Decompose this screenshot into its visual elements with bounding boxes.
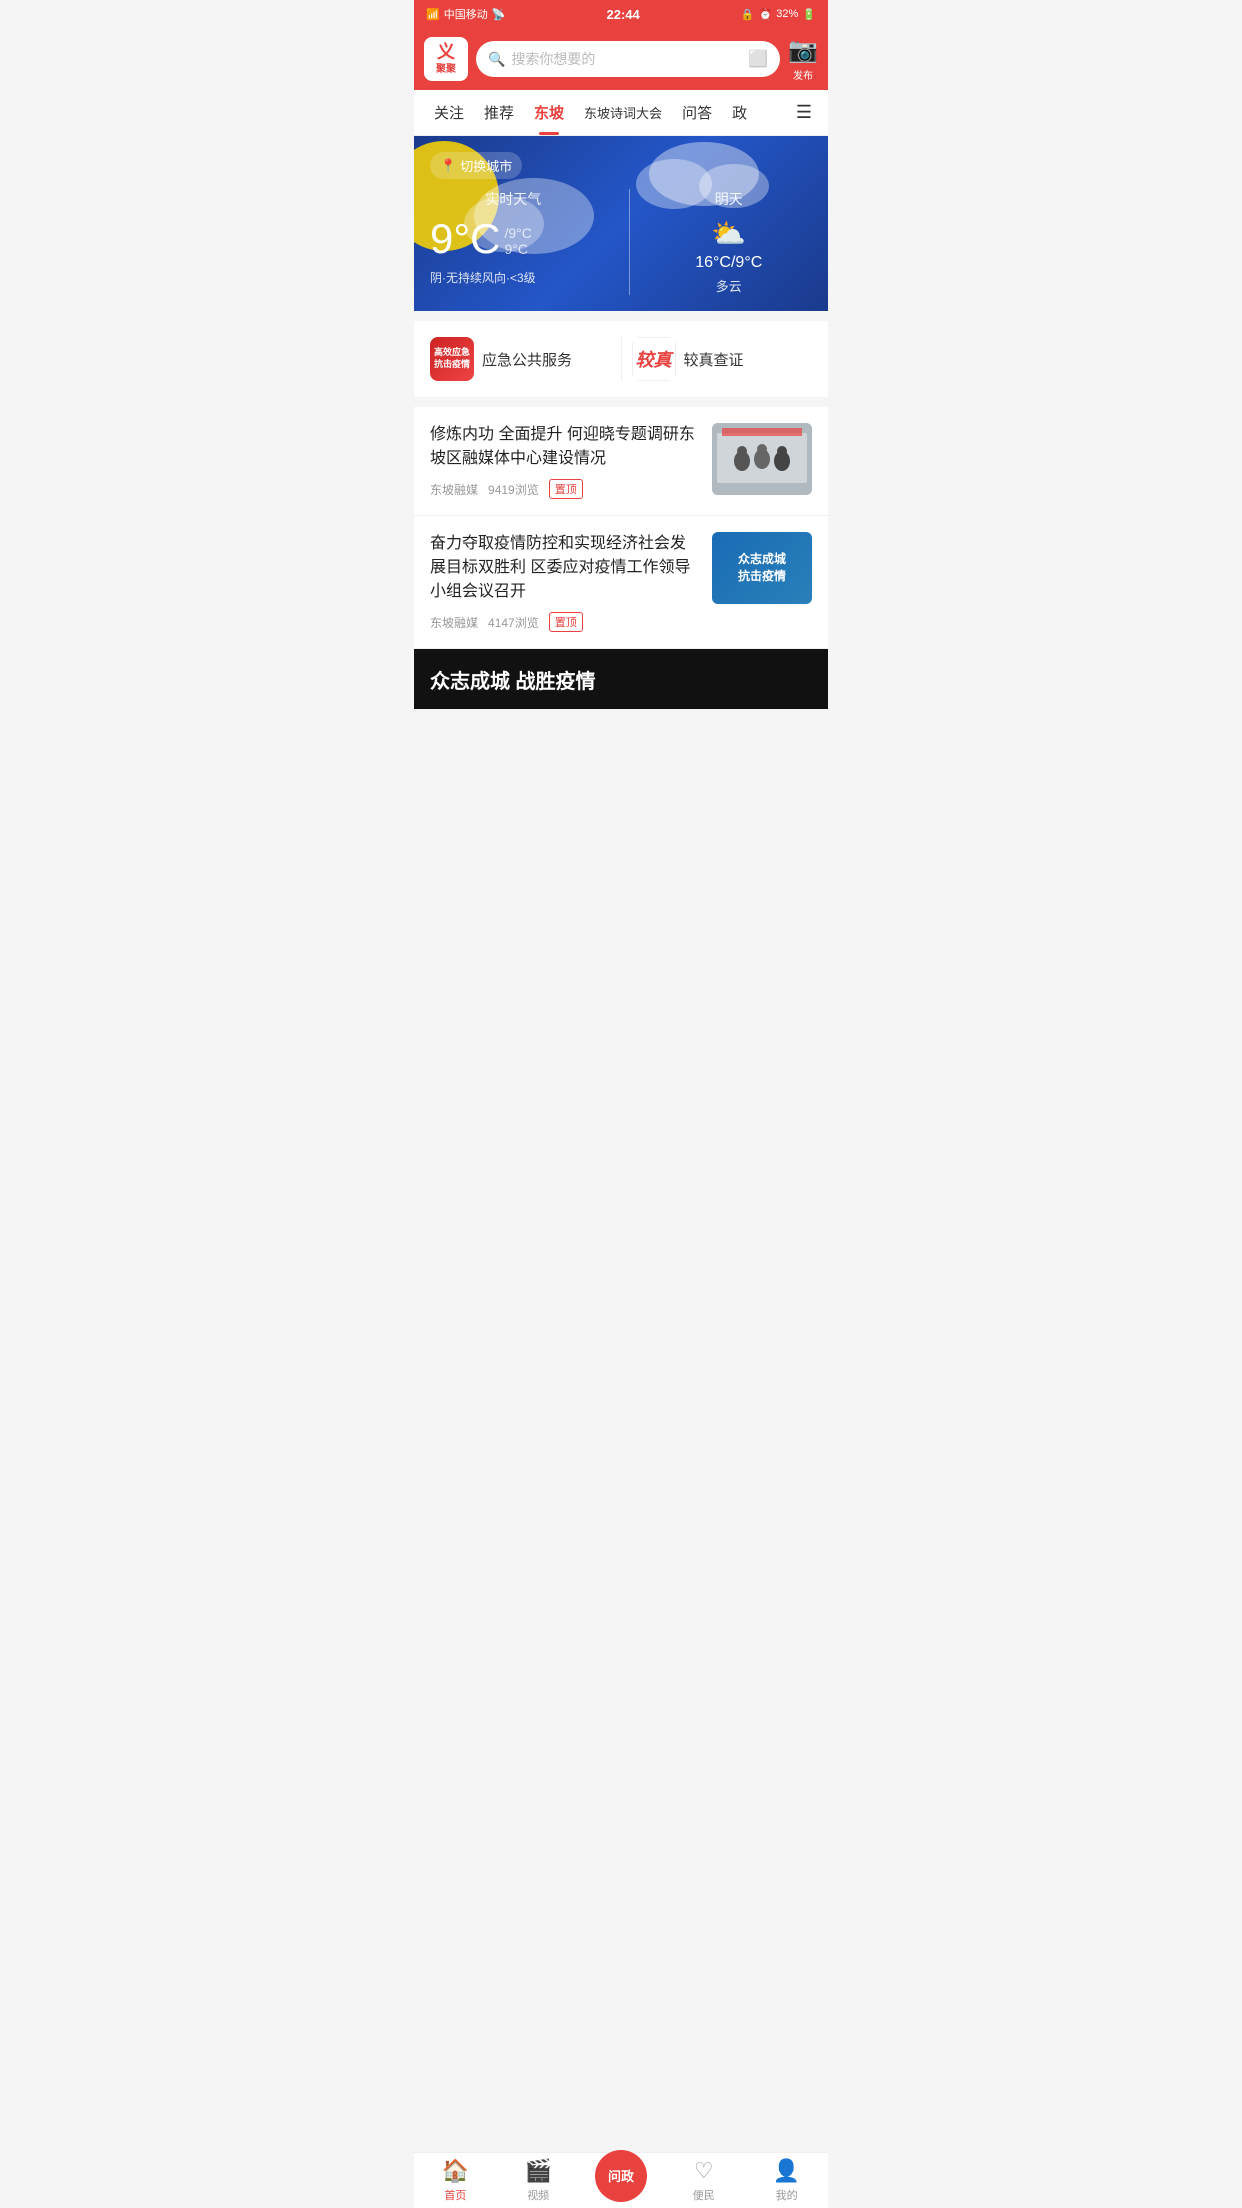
banner-text: 众志成城 战胜疫情 — [430, 665, 596, 694]
wenzheng-label: 问政 — [608, 2166, 634, 2185]
logo-text: 义 聚聚 — [436, 42, 456, 76]
switch-city-label: 切换城市 — [460, 156, 512, 175]
article-1-views: 9419浏览 — [488, 481, 539, 498]
switch-city-button[interactable]: 📍 切换城市 — [430, 152, 522, 179]
emergency-icon: 高效应急抗击疫情 — [430, 337, 474, 381]
article-2-meta: 东坡融媒 4147浏览 置顶 — [430, 612, 700, 632]
status-time: 22:44 — [607, 7, 640, 22]
weather-tomorrow: 明天 ⛅ 16°C/9°C 多云 — [646, 189, 813, 295]
news-section: 修炼内功 全面提升 何迎晓专题调研东坡区融媒体中心建设情况 东坡融媒 9419浏… — [414, 407, 828, 649]
weather-divider — [629, 189, 630, 295]
home-icon: 🏠 — [442, 2158, 469, 2184]
current-temp: 9°C — [430, 215, 501, 263]
news-article-2[interactable]: 奋力夺取疫情防控和实现经济社会发展目标双胜利 区委应对疫情工作领导小组会议召开 … — [414, 516, 828, 649]
article-2-title: 奋力夺取疫情防控和实现经济社会发展目标双胜利 区委应对疫情工作领导小组会议召开 — [430, 532, 700, 604]
weather-current: 实时天气 9°C /9°C9°C 阴·无持续风向·<3级 — [430, 189, 613, 295]
verification-icon: 较真 — [632, 337, 676, 381]
search-icon: 🔍 — [488, 51, 505, 68]
weather-description: 阴·无持续风向·<3级 — [430, 269, 597, 286]
lock-icon: 🔒 — [741, 8, 755, 21]
battery-level: 32% — [776, 8, 798, 20]
tomorrow-label: 明天 — [715, 189, 743, 209]
emergency-label: 应急公共服务 — [482, 349, 572, 370]
service-emergency[interactable]: 高效应急抗击疫情 应急公共服务 — [430, 337, 611, 381]
article-1-title: 修炼内功 全面提升 何迎晓专题调研东坡区融媒体中心建设情况 — [430, 423, 700, 471]
bottom-banner[interactable]: 众志成城 战胜疫情 — [414, 649, 828, 709]
nav-center: 问政 — [580, 2153, 663, 2208]
article-1-source: 东坡融媒 — [430, 481, 478, 498]
article-2-thumbnail: 众志成城抗击疫情 — [712, 532, 812, 604]
status-right: 🔒 ⏰ 32% 🔋 — [741, 8, 816, 21]
emergency-icon-box: 高效应急抗击疫情 — [430, 337, 474, 381]
search-placeholder: 搜索你想要的 — [511, 49, 742, 69]
publish-button[interactable]: 📷 发布 — [788, 36, 818, 82]
current-weather-label: 实时天气 — [430, 189, 597, 209]
battery-icon: 🔋 — [802, 8, 816, 21]
carrier-name: 中国移动 — [444, 6, 488, 22]
mine-icon: 👤 — [773, 2158, 800, 2184]
mine-label: 我的 — [776, 2187, 798, 2203]
tab-dongpo[interactable]: 东坡 — [524, 90, 574, 135]
app-logo[interactable]: 义 聚聚 — [424, 37, 468, 81]
tab-politics[interactable]: 政 — [722, 90, 757, 135]
convenient-label: 便民 — [693, 2187, 715, 2203]
tab-follow[interactable]: 关注 — [424, 90, 474, 135]
video-label: 视频 — [527, 2187, 549, 2203]
article-2-views: 4147浏览 — [488, 614, 539, 631]
tab-poetry[interactable]: 东坡诗词大会 — [574, 91, 672, 134]
verification-label: 较真查证 — [684, 349, 744, 370]
article-2-content: 奋力夺取疫情防控和实现经济社会发展目标双胜利 区委应对疫情工作领导小组会议召开 … — [430, 532, 700, 632]
nav-more-icon[interactable]: ☰ — [790, 90, 818, 135]
news-article-1[interactable]: 修炼内功 全面提升 何迎晓专题调研东坡区融媒体中心建设情况 东坡融媒 9419浏… — [414, 407, 828, 516]
wenzheng-button[interactable]: 问政 — [595, 2150, 647, 2202]
article-1-thumb-image — [712, 423, 812, 495]
article-1-meta: 东坡融媒 9419浏览 置顶 — [430, 479, 700, 499]
temp-range: /9°C9°C — [505, 225, 532, 263]
service-divider — [621, 337, 622, 381]
nav-mine[interactable]: 👤 我的 — [745, 2153, 828, 2208]
nav-home[interactable]: 🏠 首页 — [414, 2153, 497, 2208]
camera-icon: 📷 — [788, 36, 818, 65]
tab-qa[interactable]: 问答 — [672, 90, 722, 135]
weather-content: 📍 切换城市 实时天气 9°C /9°C9°C 阴·无持续风向·<3级 明天 ⛅… — [430, 152, 812, 295]
home-label: 首页 — [444, 2187, 466, 2203]
article-2-top-badge[interactable]: 置顶 — [549, 612, 583, 632]
article-1-content: 修炼内功 全面提升 何迎晓专题调研东坡区融媒体中心建设情况 东坡融媒 9419浏… — [430, 423, 700, 499]
tab-recommend[interactable]: 推荐 — [474, 90, 524, 135]
article-2-thumb-image: 众志成城抗击疫情 — [712, 532, 812, 604]
location-icon: 📍 — [440, 158, 456, 174]
tomorrow-desc: 多云 — [716, 276, 742, 295]
status-left: 📶 中国移动 📡 — [426, 6, 505, 22]
article-1-thumbnail — [712, 423, 812, 495]
bottom-nav: 🏠 首页 🎬 视频 问政 ♡ 便民 👤 我的 — [414, 2152, 828, 2208]
weather-widget: 📍 切换城市 实时天气 9°C /9°C9°C 阴·无持续风向·<3级 明天 ⛅… — [414, 136, 828, 311]
article-2-source: 东坡融媒 — [430, 614, 478, 631]
alarm-icon: ⏰ — [759, 8, 773, 21]
app-header: 义 聚聚 🔍 搜索你想要的 ⬜ 📷 发布 — [414, 28, 828, 90]
partly-cloudy-icon: ⛅ — [711, 217, 746, 250]
wifi-icon: 📡 — [492, 8, 506, 21]
verification-icon-box: 较真 — [632, 337, 676, 381]
search-bar[interactable]: 🔍 搜索你想要的 ⬜ — [476, 41, 780, 77]
tomorrow-temp: 16°C/9°C — [695, 254, 762, 272]
nav-tabs: 关注 推荐 东坡 东坡诗词大会 问答 政 ☰ — [414, 90, 828, 136]
nav-convenient[interactable]: ♡ 便民 — [662, 2153, 745, 2208]
article-1-top-badge[interactable]: 置顶 — [549, 479, 583, 499]
signal-icon: 📶 — [426, 8, 440, 21]
nav-video[interactable]: 🎬 视频 — [497, 2153, 580, 2208]
services-row: 高效应急抗击疫情 应急公共服务 较真 较真查证 — [414, 321, 828, 397]
video-icon: 🎬 — [524, 2158, 551, 2184]
publish-label: 发布 — [793, 67, 813, 82]
service-verification[interactable]: 较真 较真查证 — [632, 337, 813, 381]
scan-icon[interactable]: ⬜ — [748, 49, 768, 69]
status-bar: 📶 中国移动 📡 22:44 🔒 ⏰ 32% 🔋 — [414, 0, 828, 28]
convenient-icon: ♡ — [694, 2158, 714, 2184]
